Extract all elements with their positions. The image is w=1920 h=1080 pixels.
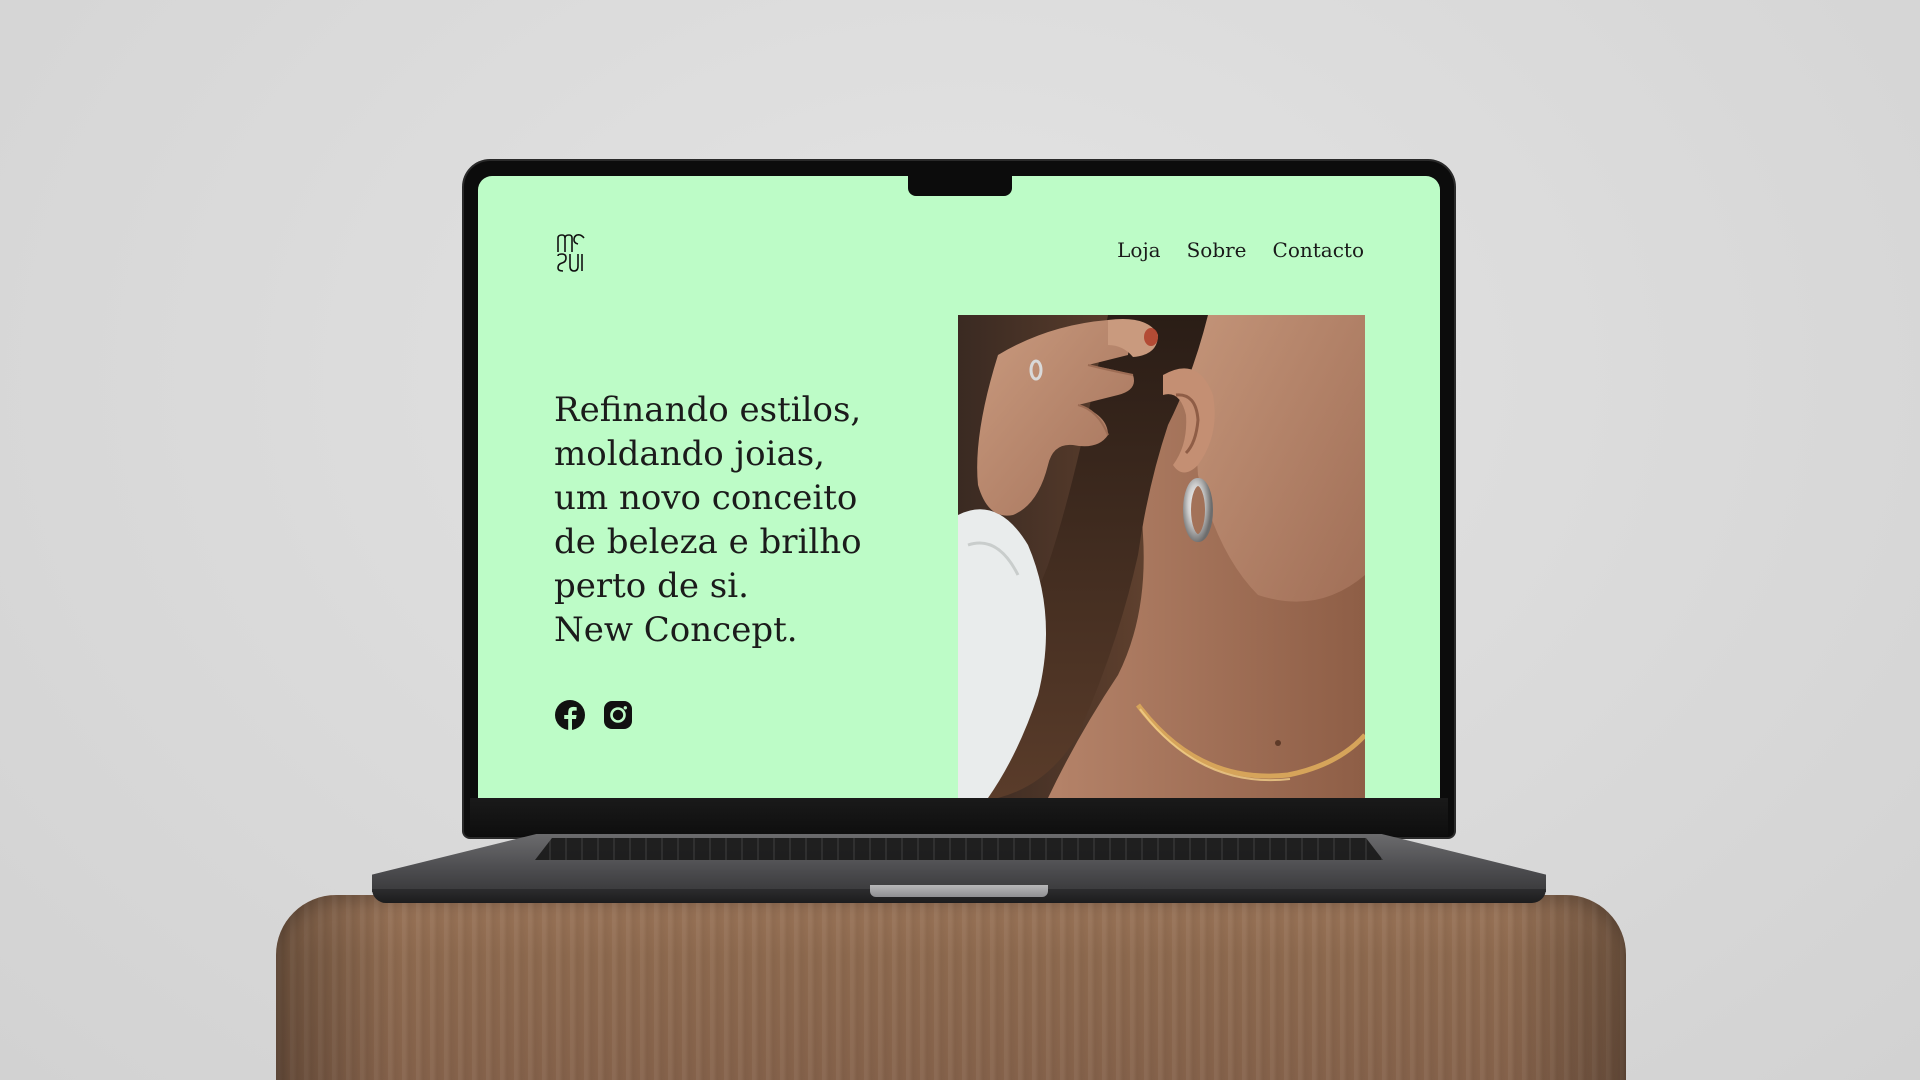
social-links xyxy=(554,699,634,731)
hero-tagline: New Concept. xyxy=(554,610,798,650)
mockup-scene: Loja Sobre Contacto Refinando estilos, m… xyxy=(0,0,1920,1080)
laptop-thumb-notch xyxy=(870,885,1048,897)
hero-line: moldando joias, xyxy=(554,434,825,474)
instagram-icon[interactable] xyxy=(602,699,634,731)
pedestal-shade-left xyxy=(276,895,396,1080)
brand-logo[interactable] xyxy=(554,232,588,274)
laptop-hinge xyxy=(470,798,1448,836)
hero-line: um novo conceito xyxy=(554,478,858,518)
hero-headline: Refinando estilos, moldando joias, um no… xyxy=(554,388,954,652)
nav-item-sobre[interactable]: Sobre xyxy=(1187,238,1247,262)
main-nav: Loja Sobre Contacto xyxy=(1117,238,1364,262)
hero-line: de beleza e brilho xyxy=(554,522,862,562)
laptop-keyboard xyxy=(535,838,1383,860)
hero-photo xyxy=(958,315,1365,798)
facebook-icon[interactable] xyxy=(554,699,586,731)
hero-line: Refinando estilos, xyxy=(554,390,862,430)
camera-notch xyxy=(908,176,1012,196)
nav-item-contacto[interactable]: Contacto xyxy=(1273,238,1364,262)
hero-line: perto de si. xyxy=(554,566,749,606)
laptop-screen: Loja Sobre Contacto Refinando estilos, m… xyxy=(478,176,1440,798)
wooden-pedestal xyxy=(276,895,1626,1080)
nav-item-loja[interactable]: Loja xyxy=(1117,238,1160,262)
pedestal-shade-right xyxy=(1506,895,1626,1080)
